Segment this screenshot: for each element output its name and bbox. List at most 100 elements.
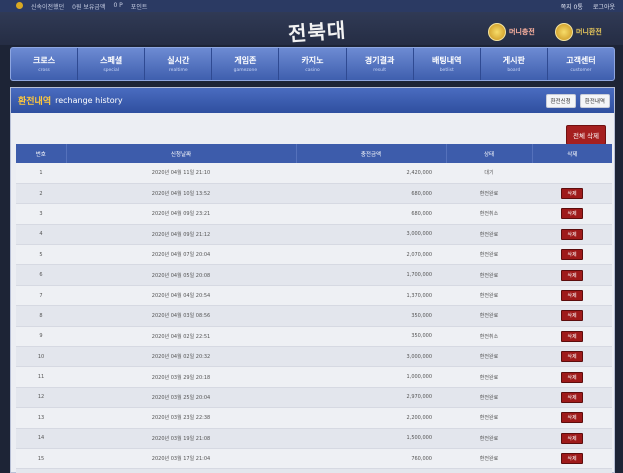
row-amount: 350,000 xyxy=(296,326,446,348)
nav-item-sublabel: result xyxy=(373,68,386,73)
exchange-apply-button[interactable]: 환전신청 xyxy=(545,93,576,108)
nav-item-casino[interactable]: 카지노 casino xyxy=(279,48,347,80)
row-amount: 1,800,000 xyxy=(296,468,446,473)
top-status-bar: 신속이전했던 0원 보유금액 0 P 포인트 쪽지 0통 로그아웃 xyxy=(0,0,623,12)
row-date: 2020년 04월 10일 13:52 xyxy=(66,183,296,205)
nav-item-realtime[interactable]: 실시간 realtime xyxy=(145,48,213,80)
nav-item-label: 고객센터 xyxy=(566,56,596,65)
row-delete-button[interactable]: 삭제 xyxy=(561,330,583,342)
row-date: 2020년 04월 04일 20:54 xyxy=(66,285,296,307)
nav-item-special[interactable]: 스페셜 special xyxy=(78,48,146,80)
user-info: 신속이전했던 0원 보유금액 0 P 포인트 xyxy=(16,1,148,11)
user-name: 신속이전했던 xyxy=(31,3,65,11)
row-date: 2020년 04월 09일 23:21 xyxy=(66,203,296,225)
row-delete-button[interactable]: 삭제 xyxy=(561,432,583,444)
row-date: 2020년 04월 02일 20:32 xyxy=(66,346,296,368)
nav-item-label: 스페셜 xyxy=(100,56,123,65)
table-row: 10 2020년 04월 02일 20:32 3,000,000 환전완료 삭제 xyxy=(16,346,612,368)
nav-item-sublabel: special xyxy=(103,68,120,73)
table-row: 11 2020년 03월 29일 20:18 1,000,000 환전완료 삭제 xyxy=(16,366,612,388)
row-amount: 3,000,000 xyxy=(296,224,446,246)
logout-link[interactable]: 로그아웃 xyxy=(593,2,615,11)
table-row: 7 2020년 04월 04일 20:54 1,370,000 환전완료 삭제 xyxy=(16,285,612,307)
row-amount: 1,500,000 xyxy=(296,428,446,449)
row-amount: 3,000,000 xyxy=(296,346,446,368)
row-delete-button[interactable]: 삭제 xyxy=(561,310,583,322)
nav-item-label: 카지노 xyxy=(301,56,324,65)
row-date: 2020년 03월 16일 20:12 xyxy=(66,468,296,473)
nav-item-betlist[interactable]: 배팅내역 betlist xyxy=(414,48,481,80)
panel-subtitle: rechange history xyxy=(55,96,123,105)
row-delete-cell: 삭제 xyxy=(532,387,612,409)
row-number: 6 xyxy=(16,264,66,286)
row-number: 14 xyxy=(16,428,66,449)
nav-item-cross[interactable]: 크로스 cross xyxy=(11,48,79,80)
nav-item-board[interactable]: 게시판 board xyxy=(481,48,548,80)
nav-item-label: 게임존 xyxy=(234,56,257,65)
row-delete-button[interactable]: 삭제 xyxy=(561,351,583,363)
row-date: 2020년 04월 07일 20:04 xyxy=(66,244,296,266)
row-status: 환전완료 xyxy=(446,468,532,473)
row-date: 2020년 03월 25일 20:04 xyxy=(66,387,296,409)
nav-item-sublabel: realtime xyxy=(168,68,188,73)
row-amount: 2,200,000 xyxy=(296,407,446,429)
site-logo[interactable]: 전북대 xyxy=(287,14,347,47)
row-delete-button[interactable]: 삭제 xyxy=(561,391,583,403)
row-delete-cell: 삭제 xyxy=(532,183,612,205)
row-delete-button[interactable]: 삭제 xyxy=(561,453,583,465)
row-status: 환전완료 xyxy=(446,305,532,327)
money-charge-button[interactable]: 머니충전 xyxy=(488,23,535,41)
row-number: 16 xyxy=(16,468,66,473)
nav-item-sublabel: customer xyxy=(570,68,592,73)
row-status: 환전완료 xyxy=(446,387,532,409)
row-delete-button[interactable]: 삭제 xyxy=(561,269,583,281)
nav-item-label: 배팅내역 xyxy=(431,56,462,65)
coin-icon xyxy=(488,23,506,41)
row-delete-button[interactable]: 삭제 xyxy=(561,188,583,200)
row-number: 8 xyxy=(16,305,66,327)
row-amount: 350,000 xyxy=(296,305,446,327)
nav-item-result[interactable]: 경기결과 result xyxy=(347,48,414,80)
row-delete-cell: 삭제 xyxy=(532,326,612,348)
row-delete-button[interactable]: 삭제 xyxy=(561,208,583,220)
row-amount: 2,070,000 xyxy=(296,244,446,266)
delete-all-button[interactable]: 전체 삭제 xyxy=(566,125,606,145)
row-date: 2020년 04월 11일 21:10 xyxy=(66,163,296,184)
nav-item-gamezone[interactable]: 게임존 gamezone xyxy=(212,48,280,80)
message-link[interactable]: 쪽지 0통 xyxy=(561,2,583,11)
row-delete-cell: 삭제 xyxy=(532,224,612,246)
table-row: 8 2020년 04월 03일 08:56 350,000 환전완료 삭제 xyxy=(16,305,612,327)
nav-item-sublabel: cross xyxy=(38,68,50,73)
col-header-number: 번호 xyxy=(16,144,67,163)
row-number: 12 xyxy=(16,387,66,409)
table-row: 2 2020년 04월 10일 13:52 680,000 환전완료 삭제 xyxy=(16,183,612,205)
row-status: 환전완료 xyxy=(446,183,532,205)
row-delete-button[interactable]: 삭제 xyxy=(561,228,583,240)
nav-item-label: 크로스 xyxy=(33,56,56,65)
points-link[interactable]: 포인트 xyxy=(131,2,148,11)
row-number: 1 xyxy=(16,163,66,184)
row-delete-cell: 삭제 xyxy=(532,203,612,225)
nav-item-customer[interactable]: 고객센터 customer xyxy=(548,48,614,80)
row-status: 환전완료 xyxy=(446,264,532,286)
row-status: 환전취소 xyxy=(446,326,532,348)
site-header: 전북대 머니충전 머니환전 xyxy=(0,12,623,47)
row-delete-cell: 삭제 xyxy=(532,244,612,266)
col-header-date: 신청날짜 xyxy=(66,144,297,163)
row-delete-cell xyxy=(532,163,612,184)
nav-item-sublabel: casino xyxy=(305,68,320,73)
col-header-amount: 충전금액 xyxy=(296,144,447,163)
nav-item-sublabel: betlist xyxy=(439,68,454,73)
money-exchange-button[interactable]: 머니환전 xyxy=(555,23,602,41)
row-delete-cell: 삭제 xyxy=(532,448,612,470)
row-number: 7 xyxy=(16,285,66,307)
table-row: 3 2020년 04월 09일 23:21 680,000 환전취소 삭제 xyxy=(16,203,612,225)
row-status: 환전완료 xyxy=(446,346,532,368)
row-delete-button[interactable]: 삭제 xyxy=(561,290,583,302)
exchange-history-button[interactable]: 환전내역 xyxy=(579,93,610,108)
exchange-history-panel: 환전내역 rechange history 환전신청 환전내역 전체 삭제 번호… xyxy=(10,87,615,473)
row-delete-button[interactable]: 삭제 xyxy=(561,371,583,383)
row-date: 2020년 03월 29일 20:18 xyxy=(66,366,296,388)
row-delete-button[interactable]: 삭제 xyxy=(561,412,583,424)
row-delete-button[interactable]: 삭제 xyxy=(561,249,583,261)
